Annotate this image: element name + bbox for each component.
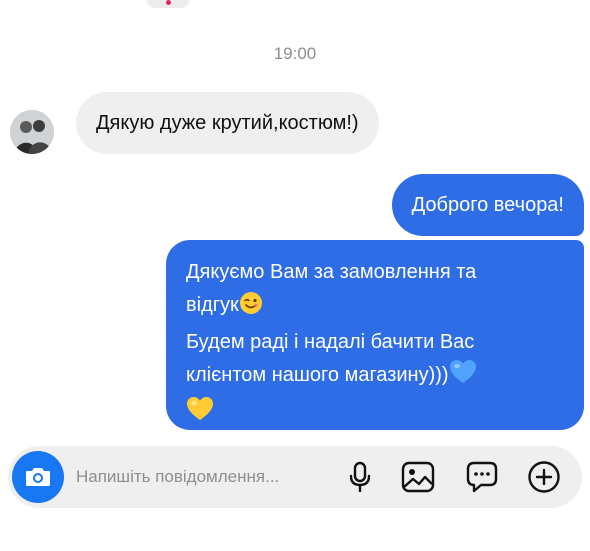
winking-face-icon [239, 291, 263, 326]
avatar-photo [10, 110, 54, 154]
more-options-button[interactable] [526, 459, 562, 495]
camera-icon [26, 468, 50, 486]
message-line: відгук [186, 289, 566, 326]
voice-message-button[interactable] [342, 459, 378, 495]
outgoing-greeting-bubble[interactable]: Доброго вечора! [391, 174, 584, 236]
sticker-icon [466, 461, 498, 493]
reaction-dot [166, 0, 171, 5]
microphone-icon [349, 461, 371, 493]
outgoing-message-bubble[interactable]: Дякуємо Вам за замовлення та відгук Буде… [166, 240, 584, 430]
camera-button[interactable] [12, 451, 64, 503]
message-composer: Напишіть повідомлення... [8, 446, 582, 508]
gallery-button[interactable] [400, 459, 436, 495]
message-line: Будем раді і надалі бачити Вас [186, 331, 475, 353]
message-line [186, 396, 566, 433]
message-line: клієнтом нашого магазину))) [186, 359, 566, 396]
plus-icon [528, 461, 560, 493]
incoming-message-bubble[interactable]: Дякую дуже крутий,костюм!) [76, 92, 379, 154]
incoming-message-text: Дякую дуже крутий,костюм!) [96, 111, 359, 134]
contact-avatar[interactable] [10, 110, 54, 154]
message-input[interactable]: Напишіть повідомлення... [76, 446, 279, 508]
message-timestamp: 19:00 [273, 44, 317, 63]
message-line: Дякуємо Вам за замовлення та [186, 261, 477, 283]
image-icon [401, 461, 435, 493]
sticker-button[interactable] [464, 459, 500, 495]
outgoing-greeting-text: Доброго вечора! [411, 193, 564, 216]
previous-message-fragment [146, 0, 190, 8]
blue-heart-icon [449, 359, 477, 396]
yellow-heart-icon [186, 396, 214, 433]
